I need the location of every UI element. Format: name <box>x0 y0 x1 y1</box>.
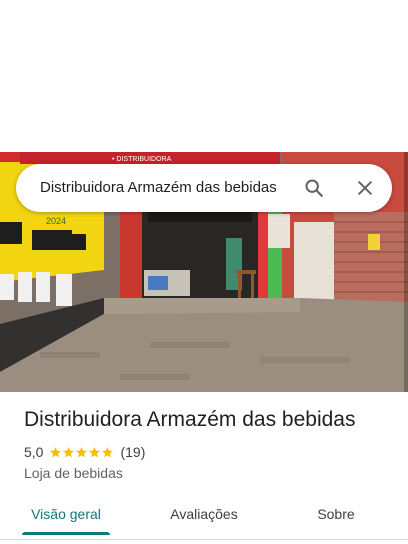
rating-value: 5,0 <box>24 444 44 460</box>
scrollbar[interactable] <box>404 152 408 392</box>
star-icon <box>50 446 62 457</box>
wall-text: 2024 <box>46 216 66 226</box>
star-icon <box>89 446 101 457</box>
close-icon <box>358 181 372 195</box>
star-icon <box>76 446 88 457</box>
reviews-count[interactable]: (19) <box>120 444 145 460</box>
active-tab-indicator <box>22 532 110 535</box>
tab-about[interactable]: Sobre <box>292 496 380 532</box>
rating-row[interactable]: 5,0 (19) <box>24 443 145 461</box>
banner-text: • DISTRIBUIDORA <box>112 156 172 163</box>
search-bar[interactable]: Distribuidora Armazém das bebidas <box>16 164 392 212</box>
divider <box>0 539 408 540</box>
search-input[interactable]: Distribuidora Armazém das bebidas <box>40 164 277 212</box>
tab-overview[interactable]: Visão geral <box>22 496 110 532</box>
place-title: Distribuidora Armazém das bebidas <box>24 408 356 431</box>
star-rating <box>49 446 114 459</box>
close-button[interactable] <box>349 172 381 204</box>
tab-bar: Visão geral Avaliações Sobre <box>0 496 408 536</box>
map-blank-area <box>0 0 408 152</box>
search-button[interactable] <box>298 172 330 204</box>
place-category: Loja de bebidas <box>24 465 123 481</box>
star-icon <box>63 446 75 457</box>
search-icon <box>305 179 323 197</box>
star-icon <box>102 446 114 457</box>
tab-reviews[interactable]: Avaliações <box>160 496 248 532</box>
